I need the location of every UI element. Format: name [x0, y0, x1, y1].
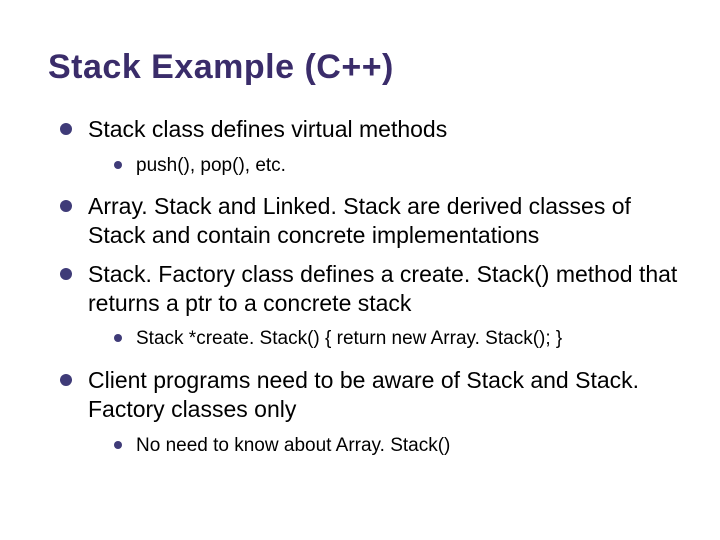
list-item: Stack. Factory class defines a create. S… — [60, 260, 680, 352]
list-item-text: Array. Stack and Linked. Stack are deriv… — [88, 193, 631, 248]
list-item-text: Client programs need to be aware of Stac… — [88, 367, 639, 422]
list-item: push(), pop(), etc. — [114, 154, 680, 179]
list-item: No need to know about Array. Stack() — [114, 434, 680, 459]
list-item-text: Stack *create. Stack() { return new Arra… — [136, 328, 562, 349]
list-item: Client programs need to be aware of Stac… — [60, 366, 680, 458]
list-item-text: Stack class defines virtual methods — [88, 116, 447, 142]
list-item: Stack class defines virtual methods push… — [60, 115, 680, 178]
list-item-text: Stack. Factory class defines a create. S… — [88, 261, 677, 316]
list-item: Stack *create. Stack() { return new Arra… — [114, 327, 680, 352]
list-item: Array. Stack and Linked. Stack are deriv… — [60, 192, 680, 250]
sub-list: Stack *create. Stack() { return new Arra… — [88, 327, 680, 352]
sub-list: No need to know about Array. Stack() — [88, 434, 680, 459]
sub-list: push(), pop(), etc. — [88, 154, 680, 179]
list-item-text: No need to know about Array. Stack() — [136, 435, 450, 456]
slide-title: Stack Example (C++) — [48, 48, 680, 87]
bullet-list: Stack class defines virtual methods push… — [48, 115, 680, 458]
list-item-text: push(), pop(), etc. — [136, 155, 286, 176]
